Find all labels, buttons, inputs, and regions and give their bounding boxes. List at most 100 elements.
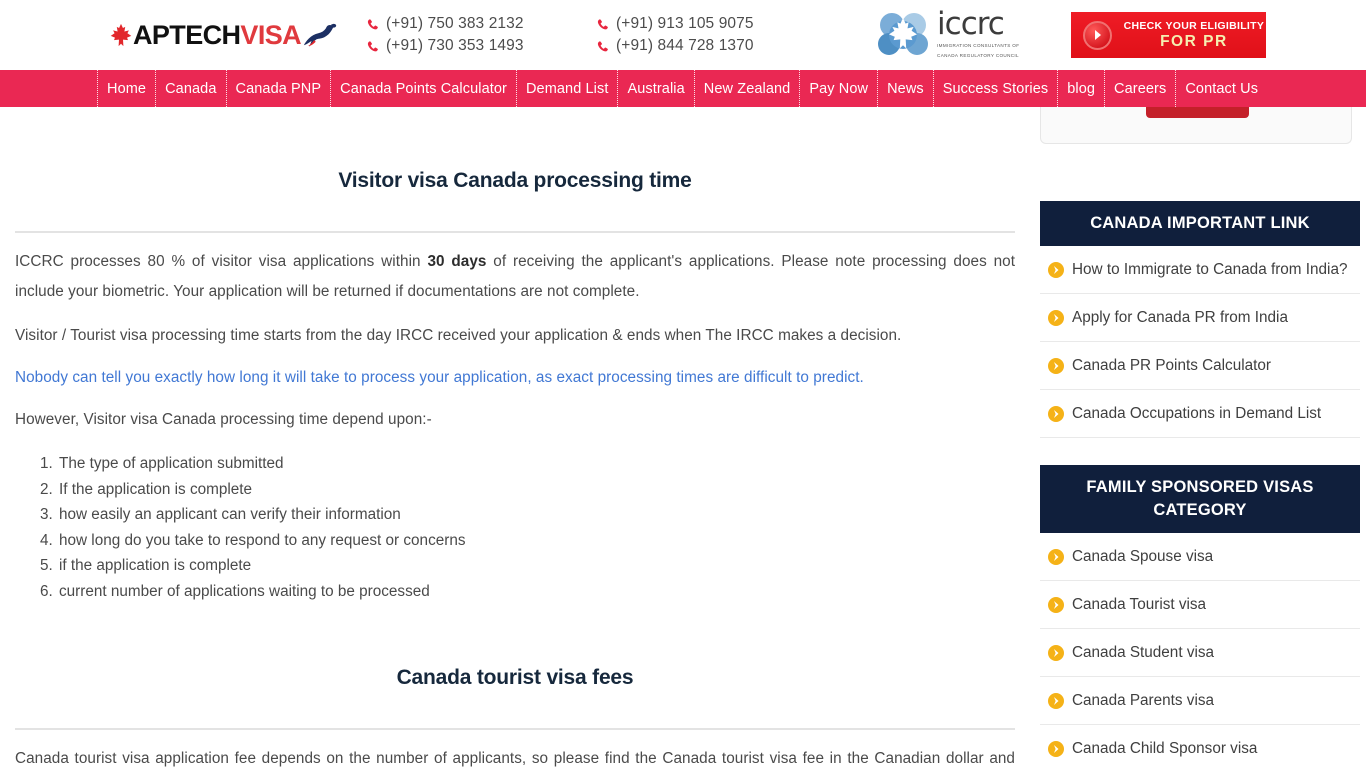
list-item-label: Canada Occupations in Demand List xyxy=(1072,405,1322,422)
nav-item-home[interactable]: Home xyxy=(97,70,157,107)
list-item-label: Canada PR Points Calculator xyxy=(1072,357,1271,374)
page-root: APTECHVISA (+91) 750 383 2132 (+91) 730 … xyxy=(0,0,1366,768)
list-item-canada-student-visa[interactable]: Canada Student visa xyxy=(1040,629,1360,677)
arrow-circle-right-icon xyxy=(1048,693,1064,709)
list-item: current number of applications waiting t… xyxy=(57,579,1015,605)
main-navigation: Home Canada Canada PNP Canada Points Cal… xyxy=(0,70,1366,107)
chevron-right-icon xyxy=(1094,30,1101,40)
heading-divider xyxy=(15,728,1015,730)
form-submit-button-partial[interactable] xyxy=(1146,107,1249,118)
phone-column-1: (+91) 750 383 2132 (+91) 730 353 1493 xyxy=(367,15,597,55)
heading-divider xyxy=(15,231,1015,233)
widget-canada-important-link: CANADA IMPORTANT LINK How to Immigrate t… xyxy=(1040,201,1360,438)
nav-item-new-zealand[interactable]: New Zealand xyxy=(695,70,801,107)
page-title-visitor-visa-processing-time: Visitor visa Canada processing time xyxy=(338,169,692,192)
nav-item-contact-us[interactable]: Contact Us xyxy=(1176,70,1267,107)
list-item-label: Apply for Canada PR from India xyxy=(1072,309,1288,326)
nav-item-pay-now[interactable]: Pay Now xyxy=(800,70,879,107)
phone-column-2: (+91) 913 105 9075 (+91) 844 728 1370 xyxy=(597,15,827,55)
logo-text: APTECHVISA xyxy=(133,19,302,50)
nav-item-australia[interactable]: Australia xyxy=(618,70,695,107)
eligibility-line-1: CHECK YOUR ELIGIBILITY xyxy=(1123,19,1265,32)
nav-item-canada-points-calculator[interactable]: Canada Points Calculator xyxy=(331,70,517,107)
arrow-circle-right-icon xyxy=(1048,597,1064,613)
phone-number: (+91) 913 105 9075 xyxy=(616,15,754,32)
list-item-label: Canada Student visa xyxy=(1072,644,1215,661)
header-phone-numbers: (+91) 750 383 2132 (+91) 730 353 1493 (+… xyxy=(367,15,827,55)
list-item: if the application is complete xyxy=(57,553,1015,579)
list-item: The type of application submitted xyxy=(57,451,1015,477)
nav-item-blog[interactable]: blog xyxy=(1058,70,1106,107)
arrow-circle-right-icon xyxy=(1048,358,1064,374)
eligibility-labels: CHECK YOUR ELIGIBILITY FOR PR xyxy=(1121,20,1266,51)
iccrc-subtitle-line2: CANADA REGULATORY COUNCIL xyxy=(937,52,1019,58)
arrow-circle-right-icon xyxy=(1048,549,1064,565)
phone-number: (+91) 730 353 1493 xyxy=(386,37,524,54)
eligibility-form-card-partial[interactable] xyxy=(1040,107,1352,144)
iccrc-subtitle-line1: IMMIGRATION CONSULTANTS OF xyxy=(937,42,1020,48)
arrow-circle-right-icon xyxy=(1048,406,1064,422)
processing-factors-list: The type of application submitted If the… xyxy=(39,451,1015,604)
list-item-label: Canada Parents visa xyxy=(1072,692,1215,709)
paragraph-processing-time-intro: ICCRC processes 80 % of visitor visa app… xyxy=(15,247,1015,307)
phone-icon xyxy=(597,18,608,29)
arrow-circle-icon xyxy=(1083,20,1113,50)
arrow-circle-right-icon xyxy=(1048,262,1064,278)
phone-number: (+91) 750 383 2132 xyxy=(386,15,524,32)
family-sponsored-visas-list: Canada Spouse visa Canada Tourist visa C… xyxy=(1040,533,1360,768)
phone-row[interactable]: (+91) 913 105 9075 xyxy=(597,15,827,33)
list-item-canada-occupations-in-demand[interactable]: Canada Occupations in Demand List xyxy=(1040,390,1360,438)
list-item-canada-pr-points-calculator[interactable]: Canada PR Points Calculator xyxy=(1040,342,1360,390)
list-item: how easily an applicant can verify their… xyxy=(57,502,1015,528)
phone-icon xyxy=(367,40,378,51)
paragraph-processing-start-end: Visitor / Tourist visa processing time s… xyxy=(15,327,902,344)
list-item: how long do you take to respond to any r… xyxy=(57,528,1015,554)
list-item-how-to-immigrate-to-canada[interactable]: How to Immigrate to Canada from India? xyxy=(1040,246,1360,294)
logo-visa: VISA xyxy=(240,19,302,50)
site-header: APTECHVISA (+91) 750 383 2132 (+91) 730 … xyxy=(0,0,1366,70)
list-item-canada-tourist-visa[interactable]: Canada Tourist visa xyxy=(1040,581,1360,629)
para1-before: ICCRC processes 80 % of visitor visa app… xyxy=(15,253,428,270)
list-item-label: Canada Spouse visa xyxy=(1072,548,1214,565)
list-item-apply-for-canada-pr[interactable]: Apply for Canada PR from India xyxy=(1040,294,1360,342)
check-eligibility-button[interactable]: CHECK YOUR ELIGIBILITY FOR PR xyxy=(1071,12,1267,58)
arrow-circle-right-icon xyxy=(1048,645,1064,661)
phone-icon xyxy=(367,18,378,29)
iccrc-wordmark: iccrc IMMIGRATION CONSULTANTS OF CANADA … xyxy=(937,9,1020,59)
widget-title-family-sponsored-visas: FAMILY SPONSORED VISAS CATEGORY xyxy=(1040,465,1360,533)
list-item-canada-spouse-visa[interactable]: Canada Spouse visa xyxy=(1040,533,1360,581)
nav-item-canada-pnp[interactable]: Canada PNP xyxy=(227,70,332,107)
eligibility-line-2: FOR PR xyxy=(1160,32,1228,50)
phone-row[interactable]: (+91) 750 383 2132 xyxy=(367,15,597,33)
widget-title-canada-important-link: CANADA IMPORTANT LINK xyxy=(1040,201,1360,246)
sidebar-column: CANADA IMPORTANT LINK How to Immigrate t… xyxy=(1030,107,1366,768)
maple-leaf-icon xyxy=(110,23,132,47)
list-item-label: Canada Tourist visa xyxy=(1072,596,1207,613)
paragraph-tourist-visa-fees: Canada tourist visa application fee depe… xyxy=(15,750,1015,767)
content-area: Visitor visa Canada processing time ICCR… xyxy=(0,107,1366,768)
phone-icon xyxy=(597,40,608,51)
main-content-column: Visitor visa Canada processing time ICCR… xyxy=(0,107,1030,768)
phone-row[interactable]: (+91) 730 353 1493 xyxy=(367,37,597,55)
iccrc-emblem-icon xyxy=(878,13,929,55)
kangaroo-icon xyxy=(303,23,337,47)
list-item-canada-child-sponsor-visa[interactable]: Canada Child Sponsor visa xyxy=(1040,725,1360,768)
para1-bold-30-days: 30 days xyxy=(427,253,487,270)
logo-aptech: APTECH xyxy=(133,19,241,50)
widget-family-sponsored-visas: FAMILY SPONSORED VISAS CATEGORY Canada S… xyxy=(1040,465,1360,768)
list-item-label: Canada Child Sponsor visa xyxy=(1072,740,1258,757)
nav-item-success-stories[interactable]: Success Stories xyxy=(934,70,1059,107)
nav-item-demand-list[interactable]: Demand List xyxy=(517,70,619,107)
list-item: If the application is complete xyxy=(57,477,1015,503)
nav-item-canada[interactable]: Canada xyxy=(156,70,227,107)
nav-item-careers[interactable]: Careers xyxy=(1105,70,1177,107)
arrow-circle-right-icon xyxy=(1048,310,1064,326)
list-item-canada-parents-visa[interactable]: Canada Parents visa xyxy=(1040,677,1360,725)
site-logo[interactable]: APTECHVISA xyxy=(110,15,337,55)
phone-row[interactable]: (+91) 844 728 1370 xyxy=(597,37,827,55)
canada-important-link-list: How to Immigrate to Canada from India? A… xyxy=(1040,246,1360,438)
nav-item-news[interactable]: News xyxy=(878,70,934,107)
paragraph-link-nobody-can-tell[interactable]: Nobody can tell you exactly how long it … xyxy=(15,363,1015,393)
phone-number: (+91) 844 728 1370 xyxy=(616,37,754,54)
list-item-label: How to Immigrate to Canada from India? xyxy=(1072,261,1348,278)
